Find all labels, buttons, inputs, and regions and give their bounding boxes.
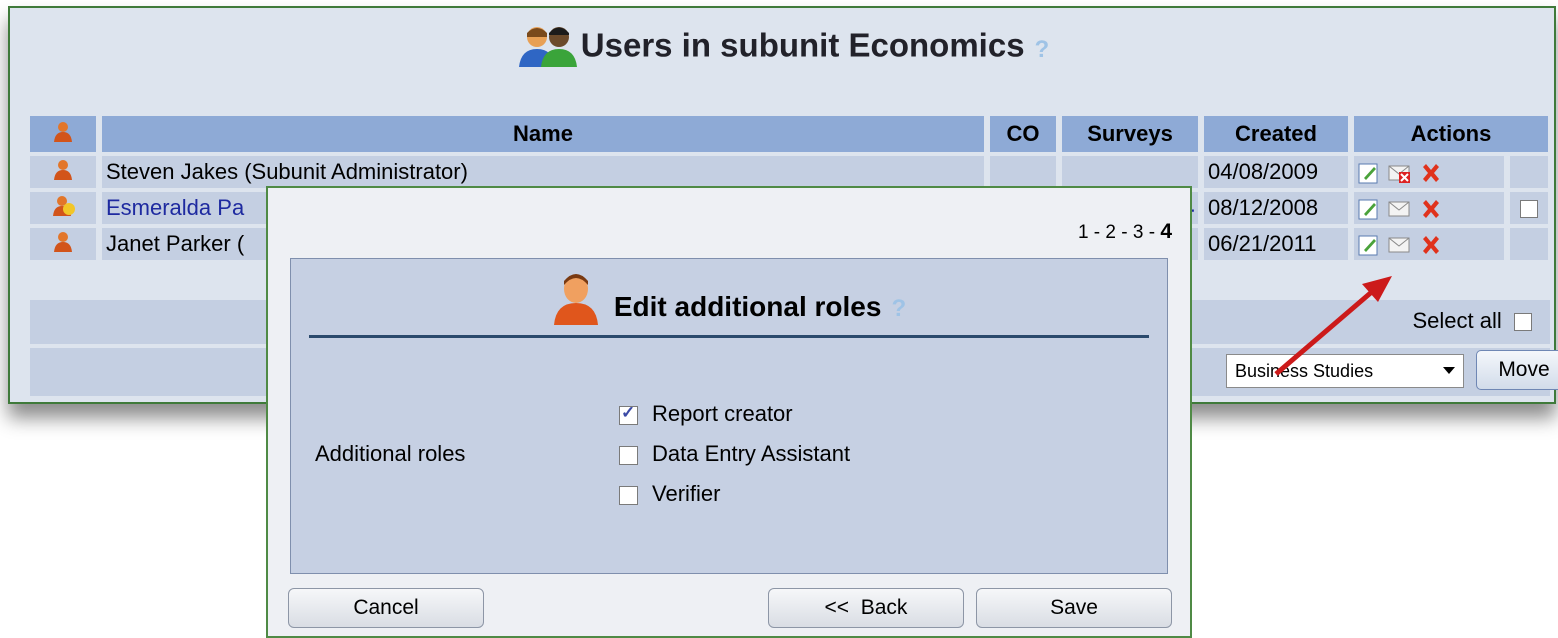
select-all-checkbox[interactable] bbox=[1514, 313, 1532, 332]
surveys-header[interactable]: Surveys bbox=[1062, 116, 1198, 152]
co-header[interactable]: CO bbox=[990, 116, 1056, 152]
dialog-body: Edit additional roles? Additional roles … bbox=[290, 258, 1168, 574]
table-row: Steven Jakes (Subunit Administrator) 04/… bbox=[30, 156, 1548, 188]
created-header[interactable]: Created bbox=[1204, 116, 1348, 152]
user-icon bbox=[54, 122, 72, 142]
actions-cell bbox=[1354, 192, 1504, 224]
role-report-creator[interactable]: Report creator bbox=[619, 401, 793, 427]
user-admin-icon bbox=[53, 196, 75, 216]
roles-label: Additional roles bbox=[315, 441, 466, 466]
delete-icon[interactable] bbox=[1420, 198, 1442, 220]
name-header[interactable]: Name bbox=[102, 116, 984, 152]
row-select-checkbox[interactable] bbox=[1520, 200, 1538, 219]
panel-title-row: Users in subunit Economics? bbox=[10, 26, 1554, 70]
mail-icon[interactable] bbox=[1388, 198, 1412, 220]
edit-icon[interactable] bbox=[1358, 234, 1380, 256]
mail-blocked-icon[interactable] bbox=[1388, 162, 1412, 184]
help-icon[interactable]: ? bbox=[1035, 36, 1050, 63]
created-cell: 08/12/2008 bbox=[1204, 192, 1348, 224]
user-icon bbox=[54, 160, 72, 180]
role-label: Report creator bbox=[652, 401, 793, 426]
edit-icon[interactable] bbox=[1358, 198, 1380, 220]
user-icon bbox=[54, 232, 72, 252]
surveys-cell bbox=[1062, 156, 1198, 188]
title-divider bbox=[309, 335, 1149, 338]
save-button[interactable]: Save bbox=[976, 588, 1172, 628]
user-type-header bbox=[30, 116, 96, 152]
edit-roles-dialog: 1 - 2 - 3 - 4 Edit additional roles? Add… bbox=[266, 186, 1192, 638]
delete-icon[interactable] bbox=[1420, 234, 1442, 256]
role-verifier[interactable]: Verifier bbox=[619, 481, 720, 507]
created-cell: 04/08/2009 bbox=[1204, 156, 1348, 188]
select-cell bbox=[1510, 156, 1548, 188]
back-button[interactable]: << Back bbox=[768, 588, 964, 628]
dialog-title: Edit additional roles bbox=[613, 290, 882, 322]
actions-cell bbox=[1354, 156, 1504, 188]
edit-icon[interactable] bbox=[1358, 162, 1380, 184]
select-cell bbox=[1510, 192, 1548, 224]
user-name[interactable]: Steven Jakes (Subunit Administrator) bbox=[102, 156, 984, 188]
row-type-cell bbox=[30, 156, 96, 188]
role-label: Verifier bbox=[652, 481, 721, 506]
role-label: Data Entry Assistant bbox=[652, 441, 851, 466]
actions-cell bbox=[1354, 228, 1504, 260]
pager-current: 4 bbox=[1160, 220, 1172, 243]
chevron-down-icon bbox=[1443, 367, 1455, 374]
row-type-cell bbox=[30, 228, 96, 260]
select-all-control[interactable]: Select all bbox=[1412, 308, 1532, 334]
person-icon bbox=[552, 273, 600, 332]
select-all-label: Select all bbox=[1412, 308, 1502, 333]
created-cell: 06/21/2011 bbox=[1204, 228, 1348, 260]
cancel-button[interactable]: Cancel bbox=[288, 588, 484, 628]
co-cell bbox=[990, 156, 1056, 188]
select-cell bbox=[1510, 228, 1548, 260]
annotation-arrow bbox=[1274, 276, 1392, 376]
panel-title: Users in subunit Economics bbox=[580, 26, 1025, 64]
delete-icon[interactable] bbox=[1420, 162, 1442, 184]
users-group-icon bbox=[515, 23, 581, 67]
pager: 1 - 2 - 3 - 4 bbox=[1078, 220, 1172, 244]
dialog-title-row: Edit additional roles? bbox=[291, 274, 1167, 338]
move-button[interactable]: Move bbox=[1476, 350, 1558, 390]
mail-icon[interactable] bbox=[1388, 234, 1412, 256]
actions-header: Actions bbox=[1354, 116, 1548, 152]
row-type-cell bbox=[30, 192, 96, 224]
data-entry-assistant-checkbox[interactable] bbox=[619, 445, 638, 465]
pager-steps[interactable]: 1 - 2 - 3 - bbox=[1078, 222, 1160, 243]
verifier-checkbox[interactable] bbox=[619, 485, 638, 505]
report-creator-checkbox[interactable] bbox=[619, 403, 638, 425]
help-icon[interactable]: ? bbox=[891, 295, 906, 322]
role-data-entry-assistant[interactable]: Data Entry Assistant bbox=[619, 441, 850, 467]
table-header-row: Name CO Surveys Created Actions bbox=[30, 116, 1548, 152]
